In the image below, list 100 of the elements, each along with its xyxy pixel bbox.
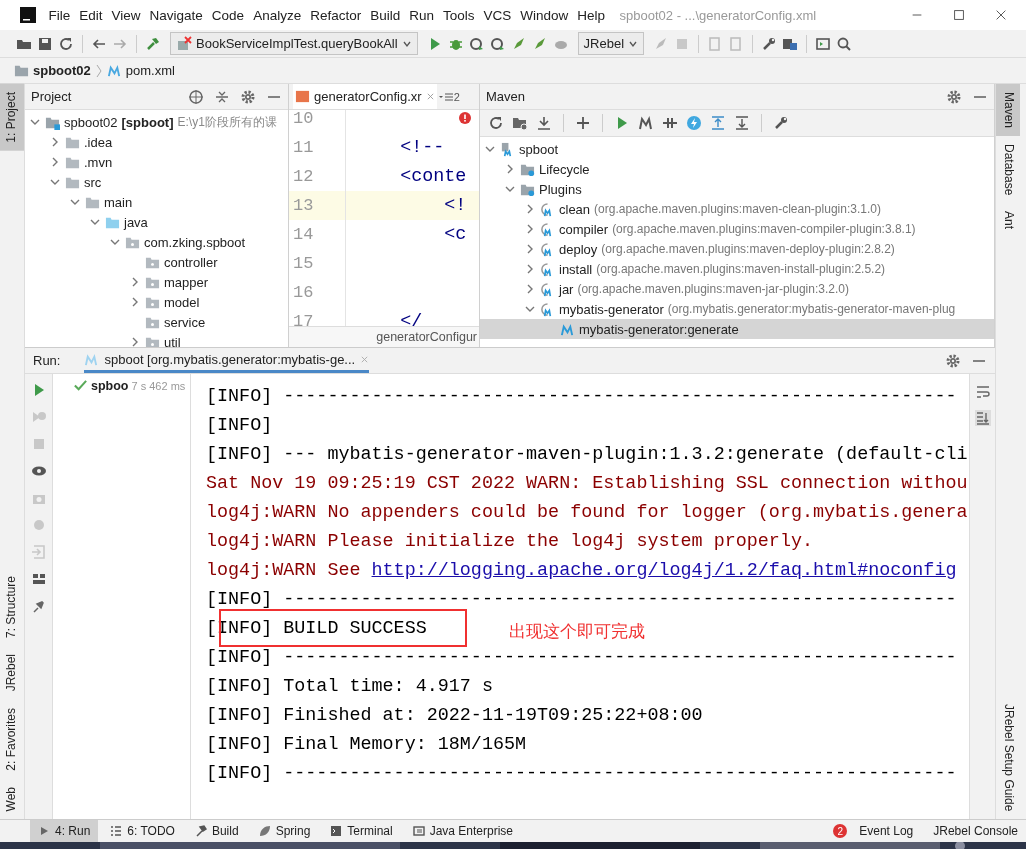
breadcrumb-item[interactable]: pom.xml <box>125 63 175 78</box>
hammer-icon[interactable] <box>145 35 161 52</box>
tree-item[interactable]: src <box>84 174 102 190</box>
jrebel-dropdown[interactable]: JRebel <box>577 32 645 55</box>
skip-tests-icon[interactable] <box>662 115 678 131</box>
menu-item[interactable]: File <box>44 7 75 23</box>
tool-window-tab[interactable]: 7: Structure <box>0 568 24 647</box>
menu-item[interactable]: Code <box>207 7 249 23</box>
console-link[interactable]: http://logging.apache.org/log4j/1.2/faq.html#noconfig <box>371 560 957 581</box>
tree-item[interactable]: model <box>164 294 200 310</box>
settings-icon[interactable] <box>945 352 961 369</box>
window-icon[interactable] <box>815 35 832 52</box>
search-icon[interactable] <box>836 35 853 52</box>
tool-window-tab[interactable]: 2: Favorites <box>0 699 24 779</box>
tree-item[interactable]: .idea <box>84 134 113 150</box>
tree-item[interactable]: java <box>124 214 148 230</box>
tree-row[interactable]: Lifecycle <box>480 159 994 179</box>
tree-item[interactable]: controller <box>164 254 218 270</box>
tree-item[interactable]: util <box>164 334 181 347</box>
layout-icon[interactable] <box>30 571 47 587</box>
tree-row[interactable]: clean (org.apache.maven.plugins:maven-clean-plugin:3.1.0) <box>480 199 994 219</box>
scroll-to-end-icon[interactable] <box>974 410 991 426</box>
breadcrumb-item[interactable]: spboot02 <box>33 63 91 78</box>
event-log-tab[interactable]: Event Log <box>851 820 922 842</box>
tree-item[interactable]: service <box>164 314 206 330</box>
save-icon[interactable] <box>37 35 53 52</box>
download-icon[interactable] <box>536 115 552 131</box>
tree-row[interactable]: mybatis-generator (org.mybatis.generator:mybatis-generator-maven-plug <box>480 299 994 319</box>
run-tab[interactable]: spboot [org.mybatis.generator:mybatis-ge... <box>84 348 370 373</box>
tool-window-tab[interactable]: 1: Project <box>0 84 24 151</box>
tree-row[interactable]: mybatis-generator:generate <box>480 319 994 339</box>
menu-item[interactable]: Build <box>365 7 405 23</box>
tool-window-tab[interactable]: Database <box>996 136 1020 204</box>
settings-icon[interactable] <box>240 88 256 105</box>
refresh-icon[interactable] <box>488 115 504 131</box>
maven-goal-icon[interactable] <box>638 115 654 131</box>
code-line: <conte <box>399 166 467 187</box>
tree-row[interactable]: spboot <box>480 139 994 159</box>
tool-window-tab[interactable]: Maven <box>996 84 1020 137</box>
jrebel-console-tab[interactable]: JRebel Console <box>925 820 1026 842</box>
settings-icon[interactable] <box>946 88 962 105</box>
tree-item[interactable]: spboot02 <box>64 114 118 130</box>
collapse-all-icon[interactable] <box>734 115 750 131</box>
editor-tab[interactable]: generatorConfig.xr <box>293 84 437 109</box>
tool-window-tab[interactable]: Build <box>186 820 247 842</box>
tool-window-tab[interactable]: JRebel Setup Guide <box>996 695 1020 819</box>
menu-item[interactable]: Navigate <box>145 7 208 23</box>
tab-overflow-button[interactable]: 2 <box>438 90 460 103</box>
error-icon <box>459 112 471 124</box>
tree-row[interactable]: compiler (org.apache.maven.plugins:maven-compiler-plugin:3.8.1) <box>480 219 994 239</box>
line-number: 11 <box>289 133 346 162</box>
maven-goal-icon <box>560 321 575 337</box>
tool-window-tab[interactable]: Ant <box>996 203 1020 238</box>
run-duration: 7 s 462 ms <box>131 379 186 392</box>
tree-row[interactable]: jar (org.apache.maven.plugins:maven-jar-plugin:3.2.0) <box>480 279 994 299</box>
tool-window-tab[interactable]: 4: Run <box>30 820 99 842</box>
tree-item[interactable]: .mvn <box>84 154 113 170</box>
tree-row[interactable]: install (org.apache.maven.plugins:maven-install-plugin:2.5.2) <box>480 259 994 279</box>
line-number: 13 <box>289 191 346 220</box>
expand-all-icon[interactable] <box>710 115 726 131</box>
menu-item[interactable]: View <box>107 7 146 23</box>
tool-window-tab[interactable]: JRebel <box>0 646 24 700</box>
lightning-icon[interactable] <box>686 115 702 131</box>
folder-icon[interactable] <box>512 115 528 131</box>
menu-item[interactable]: Analyze <box>248 7 306 23</box>
plugin-coordinates: (org.apache.maven.plugins:maven-jar-plugin:3.2.0) <box>577 282 849 296</box>
tree-row[interactable]: deploy (org.apache.maven.plugins:maven-deploy-plugin:2.8.2) <box>480 239 994 259</box>
tool-window-tab[interactable]: Terminal <box>322 820 401 842</box>
panel-title: Run: <box>33 353 61 368</box>
soft-wrap-icon[interactable] <box>974 384 991 400</box>
menu-item[interactable]: Run <box>404 7 439 23</box>
tree-item-label: install <box>559 261 593 277</box>
menu-item[interactable]: Help <box>572 7 610 23</box>
tool-window-tab[interactable]: 6: TODO <box>102 820 183 842</box>
console-line: Sat Nov 19 09:25:19 CST 2022 WARN: Establishing SSL connection withou <box>206 473 968 494</box>
list-icon <box>438 91 453 102</box>
menu-item[interactable]: VCS <box>479 7 516 23</box>
menu-item[interactable]: Edit <box>74 7 108 23</box>
tool-window-tab[interactable]: Spring <box>250 820 319 842</box>
tree-item[interactable]: com.zking.spboot <box>144 234 246 250</box>
run-tree-node[interactable]: spboo <box>91 378 129 393</box>
tree-item[interactable]: mapper <box>164 274 209 290</box>
tool-window-tab[interactable]: Web <box>0 778 24 819</box>
tree-row[interactable]: Plugins <box>480 179 994 199</box>
tool-window-tab[interactable]: Java Enterprise <box>404 820 522 842</box>
panel-title[interactable]: Project <box>31 89 72 104</box>
plus-icon[interactable] <box>575 115 591 131</box>
console-line: [INFO] Final Memory: 18M/165M <box>206 734 527 755</box>
run-configuration-dropdown[interactable]: BookServiceImplTest.queryBookAll <box>170 32 418 55</box>
close-icon[interactable] <box>994 8 1008 22</box>
locate-icon[interactable] <box>188 88 204 105</box>
module-path: E:\y1阶段所有的课 <box>177 113 277 131</box>
wrench-icon[interactable] <box>761 35 778 52</box>
menu-item[interactable]: Tools <box>438 7 479 23</box>
refresh-icon[interactable] <box>58 35 74 52</box>
maximize-icon[interactable] <box>952 8 966 22</box>
menu-item[interactable]: Refactor <box>305 7 366 23</box>
tree-item[interactable]: main <box>104 194 133 210</box>
menu-item[interactable]: Window <box>515 7 573 23</box>
wrench-icon[interactable] <box>773 115 789 131</box>
